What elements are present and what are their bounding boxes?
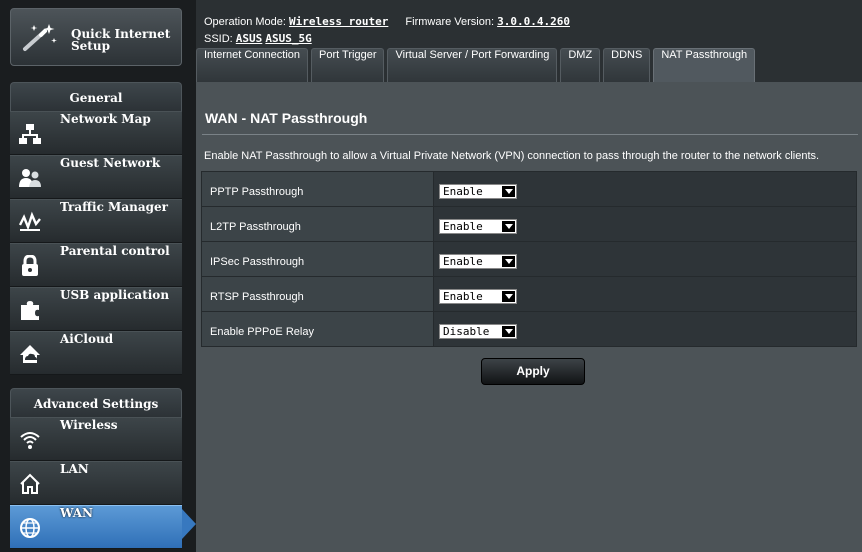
status-header: Operation Mode: Wireless router Firmware… — [196, 8, 862, 46]
traffic-manager-icon — [19, 211, 41, 231]
table-row: RTSP Passthrough Enable — [201, 276, 857, 312]
quick-internet-setup-button[interactable]: Quick Internet Setup — [10, 8, 182, 66]
page-description: Enable NAT Passthrough to allow a Virtua… — [204, 150, 820, 162]
sidebar-item-label: AiCloud — [60, 332, 114, 346]
header-line-2: SSID: ASUS ASUS_5G — [204, 32, 312, 45]
table-row: Enable PPPoE Relay Disable — [201, 311, 857, 347]
rtsp-passthrough-select[interactable]: Enable — [439, 288, 517, 304]
chevron-down-icon[interactable] — [502, 220, 515, 232]
puzzle-icon — [21, 301, 39, 320]
setting-label: IPSec Passthrough — [201, 241, 434, 277]
apply-button[interactable]: Apply — [481, 358, 585, 385]
tab-port-trigger[interactable]: Port Trigger — [311, 48, 385, 82]
sidebar-item-label: Guest Network — [60, 156, 161, 170]
sidebar-item-label: Traffic Manager — [60, 200, 168, 214]
sidebar-item-lan[interactable]: LAN — [10, 461, 182, 505]
chevron-down-icon[interactable] — [502, 255, 515, 267]
firmware-version-link[interactable]: 3.0.0.4.260 — [497, 15, 570, 28]
passthrough-settings-table: PPTP Passthrough Enable L2TP Passthrough… — [201, 171, 857, 347]
sidebar-item-label: LAN — [60, 462, 89, 476]
page-title: WAN - NAT Passthrough — [205, 110, 368, 126]
chevron-down-icon[interactable] — [502, 290, 515, 302]
sidebar: Quick Internet Setup General Network Map… — [0, 0, 196, 552]
tab-virtual-server[interactable]: Virtual Server / Port Forwarding — [387, 48, 558, 82]
guest-network-icon — [19, 169, 41, 187]
wifi-icon — [20, 432, 40, 449]
table-row: IPSec Passthrough Enable — [201, 241, 857, 277]
sidebar-item-label: Parental control — [60, 244, 170, 258]
sidebar-item-label: USB application — [60, 288, 170, 302]
l2tp-passthrough-select[interactable]: Enable — [439, 218, 517, 234]
tab-nat-passthrough[interactable]: NAT Passthrough — [653, 48, 756, 82]
sidebar-item-label: Wireless — [60, 418, 118, 432]
general-section-header: General — [10, 82, 182, 114]
ssid-label: SSID: — [204, 33, 233, 45]
main-content: WAN - NAT Passthrough Enable NAT Passthr… — [196, 82, 862, 552]
sidebar-item-network-map[interactable]: Network Map — [10, 111, 182, 155]
operation-mode-label: Operation Mode: — [204, 16, 286, 28]
sidebar-item-wireless[interactable]: Wireless — [10, 417, 182, 461]
tab-ddns[interactable]: DDNS — [603, 48, 651, 82]
tab-internet-connection[interactable]: Internet Connection — [196, 48, 309, 82]
globe-icon — [20, 518, 40, 538]
advanced-settings-section-header: Advanced Settings — [10, 388, 182, 420]
sidebar-item-aicloud[interactable]: AiCloud — [10, 331, 182, 375]
sidebar-item-usb-application[interactable]: USB application — [10, 287, 182, 331]
ssid-link-2g[interactable]: ASUS — [236, 32, 263, 45]
title-divider — [202, 134, 858, 135]
table-row: PPTP Passthrough Enable — [201, 171, 857, 207]
select-value: Disable — [443, 324, 490, 338]
pptp-passthrough-select[interactable]: Enable — [439, 183, 517, 199]
firmware-version-label: Firmware Version: — [405, 16, 495, 28]
lock-icon — [22, 255, 38, 276]
quick-internet-setup-label: Quick Internet Setup — [71, 27, 171, 53]
network-map-icon — [19, 124, 41, 144]
magic-wand-icon — [23, 24, 57, 51]
sidebar-item-parental-control[interactable]: Parental control — [10, 243, 182, 287]
chevron-down-icon[interactable] — [502, 185, 515, 197]
select-value: Enable — [443, 254, 483, 268]
tab-dmz[interactable]: DMZ — [560, 48, 601, 82]
select-value: Enable — [443, 289, 483, 303]
chevron-down-icon[interactable] — [502, 325, 515, 337]
sidebar-item-label: WAN — [60, 506, 93, 520]
sidebar-item-wan[interactable]: WAN — [10, 505, 182, 549]
sidebar-item-guest-network[interactable]: Guest Network — [10, 155, 182, 199]
select-value: Enable — [443, 184, 483, 198]
select-value: Enable — [443, 219, 483, 233]
setting-label: Enable PPPoE Relay — [201, 311, 434, 347]
setting-label: RTSP Passthrough — [201, 276, 434, 312]
table-row: L2TP Passthrough Enable — [201, 206, 857, 242]
setting-label: L2TP Passthrough — [201, 206, 434, 242]
active-item-pointer — [182, 509, 196, 539]
sidebar-item-label: Network Map — [60, 112, 151, 126]
cloud-icon — [20, 345, 40, 363]
header-line-1: Operation Mode: Wireless router Firmware… — [204, 15, 570, 28]
sidebar-item-traffic-manager[interactable]: Traffic Manager — [10, 199, 182, 243]
ipsec-passthrough-select[interactable]: Enable — [439, 253, 517, 269]
setting-label: PPTP Passthrough — [201, 171, 434, 207]
operation-mode-link[interactable]: Wireless router — [289, 15, 388, 28]
pppoe-relay-select[interactable]: Disable — [439, 323, 517, 339]
ssid-link-5g[interactable]: ASUS_5G — [265, 32, 311, 45]
home-icon — [20, 473, 40, 494]
tab-bar: Internet Connection Port Trigger Virtual… — [196, 48, 756, 82]
